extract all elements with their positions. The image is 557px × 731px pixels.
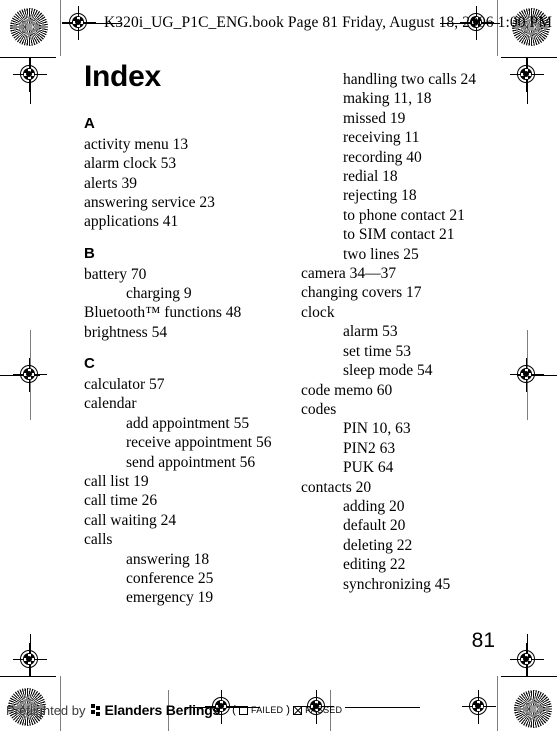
index-entry: contacts 20 [301,478,372,496]
registration-mark-middle-right [510,358,544,392]
index-entry: alarm clock 53 [84,155,177,173]
running-header: K320i_UG_P1C_ENG.book Page 81 Friday, Au… [104,14,553,31]
index-subentry: synchronizing 45 [343,575,451,593]
page-number: 81 [471,629,495,652]
index-entry: calls [84,531,113,549]
index-columns: Aactivity menu 13 alarm clock 53 alerts 39… [84,70,496,630]
index-subentry: sleep mode 54 [343,362,433,380]
index-subentry: add appointment 55 [126,414,250,432]
preflight-result: ( FAILED ) PASSED [232,704,342,716]
index-entry: call waiting 24 [84,511,177,529]
index-section-letter: A [84,115,95,132]
index-subentry: adding 20 [343,497,405,515]
registration-mark-top-left [62,6,96,40]
index-subentry: receiving 11 [343,129,420,147]
index-section-letter: B [84,244,95,262]
index-entry: alerts 39 [84,174,137,192]
preflight-failed-label: FAILED [251,705,284,715]
index-subentry: recording 40 [343,148,422,166]
trim-line-left-vertical [60,0,61,56]
index-entry: applications 41 [84,213,179,231]
registration-mark-footer-far-right [462,690,496,724]
trim-line-right-vertical-bottom [497,676,498,731]
index-entry: answering service 23 [84,193,215,211]
index-entry: call time 26 [84,492,158,510]
index-subentry: conference 25 [126,569,214,587]
preflight-open-paren: ( [232,704,237,716]
index-subentry: PIN 10, 63 [343,420,411,438]
index-subentry: set time 53 [343,342,412,360]
star-target-bottom-right [514,690,552,728]
index-subentry: receive appointment 56 [126,434,272,452]
index-subentry: to SIM contact 21 [343,226,455,244]
index-subentry: to phone contact 21 [343,206,465,224]
preflight-by-label: Preflighted by [6,702,86,718]
preflight-passed-label: PASSED [305,705,343,715]
index-subentry: PIN2 63 [343,439,396,457]
registration-mark-upper-left [13,58,47,92]
index-column-left: Aactivity menu 13 alarm clock 53 alerts 39… [84,70,279,608]
index-subentry: rejecting 18 [343,187,417,205]
index-subentry: two lines 25 [343,245,419,263]
index-entry: call list 19 [84,472,149,490]
index-entry: codes [301,400,337,418]
index-subentry: editing 22 [343,556,406,574]
index-section-letter: C [84,355,95,373]
index-entry: Bluetooth™ functions 48 [84,304,242,322]
index-subentry: PUK 64 [343,459,394,477]
index-subentry: emergency 19 [126,589,214,607]
index-entry: brightness 54 [84,323,168,341]
index-subentry: charging 9 [126,284,192,302]
index-entry: calendar [84,395,137,413]
index-entry: battery 70 [84,265,147,283]
index-entry: clock [301,303,335,321]
trim-line-footer-right-horizontal [345,707,420,708]
index-subentry: missed 19 [343,109,406,127]
index-subentry: handling two calls 24 [343,71,477,88]
preflight-brand: Elanders Berlings [104,702,221,718]
checkbox-checked-icon [293,705,303,715]
index-entry: activity menu 13 [84,135,189,153]
index-subentry: default 20 [343,517,406,535]
index-subentry: answering 18 [126,550,210,568]
index-entry: changing covers 17 [301,284,422,302]
checkbox-unchecked-icon [239,705,249,715]
star-target-top-left [10,8,48,46]
index-subentry: send appointment 56 [126,453,256,471]
index-entry: code memo 60 [301,381,393,399]
preflight-stamp: Preflighted by Elanders Berlings ( FAILE… [6,702,342,718]
elanders-logo-icon [90,703,100,717]
registration-mark-upper-right [510,58,544,92]
index-subentry: deleting 22 [343,536,413,554]
registration-mark-lower-right [510,643,544,677]
index-entry: camera 34—37 [301,265,397,283]
index-column-right: handling two calls 24 making 11, 18 missed… [301,70,496,594]
index-subentry: alarm 53 [343,323,398,341]
index-subentry: redial 18 [343,168,398,186]
printed-page-sheet: K320i_UG_P1C_ENG.book Page 81 Friday, Au… [0,0,557,731]
registration-mark-lower-left [13,643,47,677]
registration-mark-middle-left [13,358,47,392]
index-entry: calculator 57 [84,375,165,393]
index-subentry: making 11, 18 [343,90,432,108]
preflight-close-paren: ) [286,704,291,716]
